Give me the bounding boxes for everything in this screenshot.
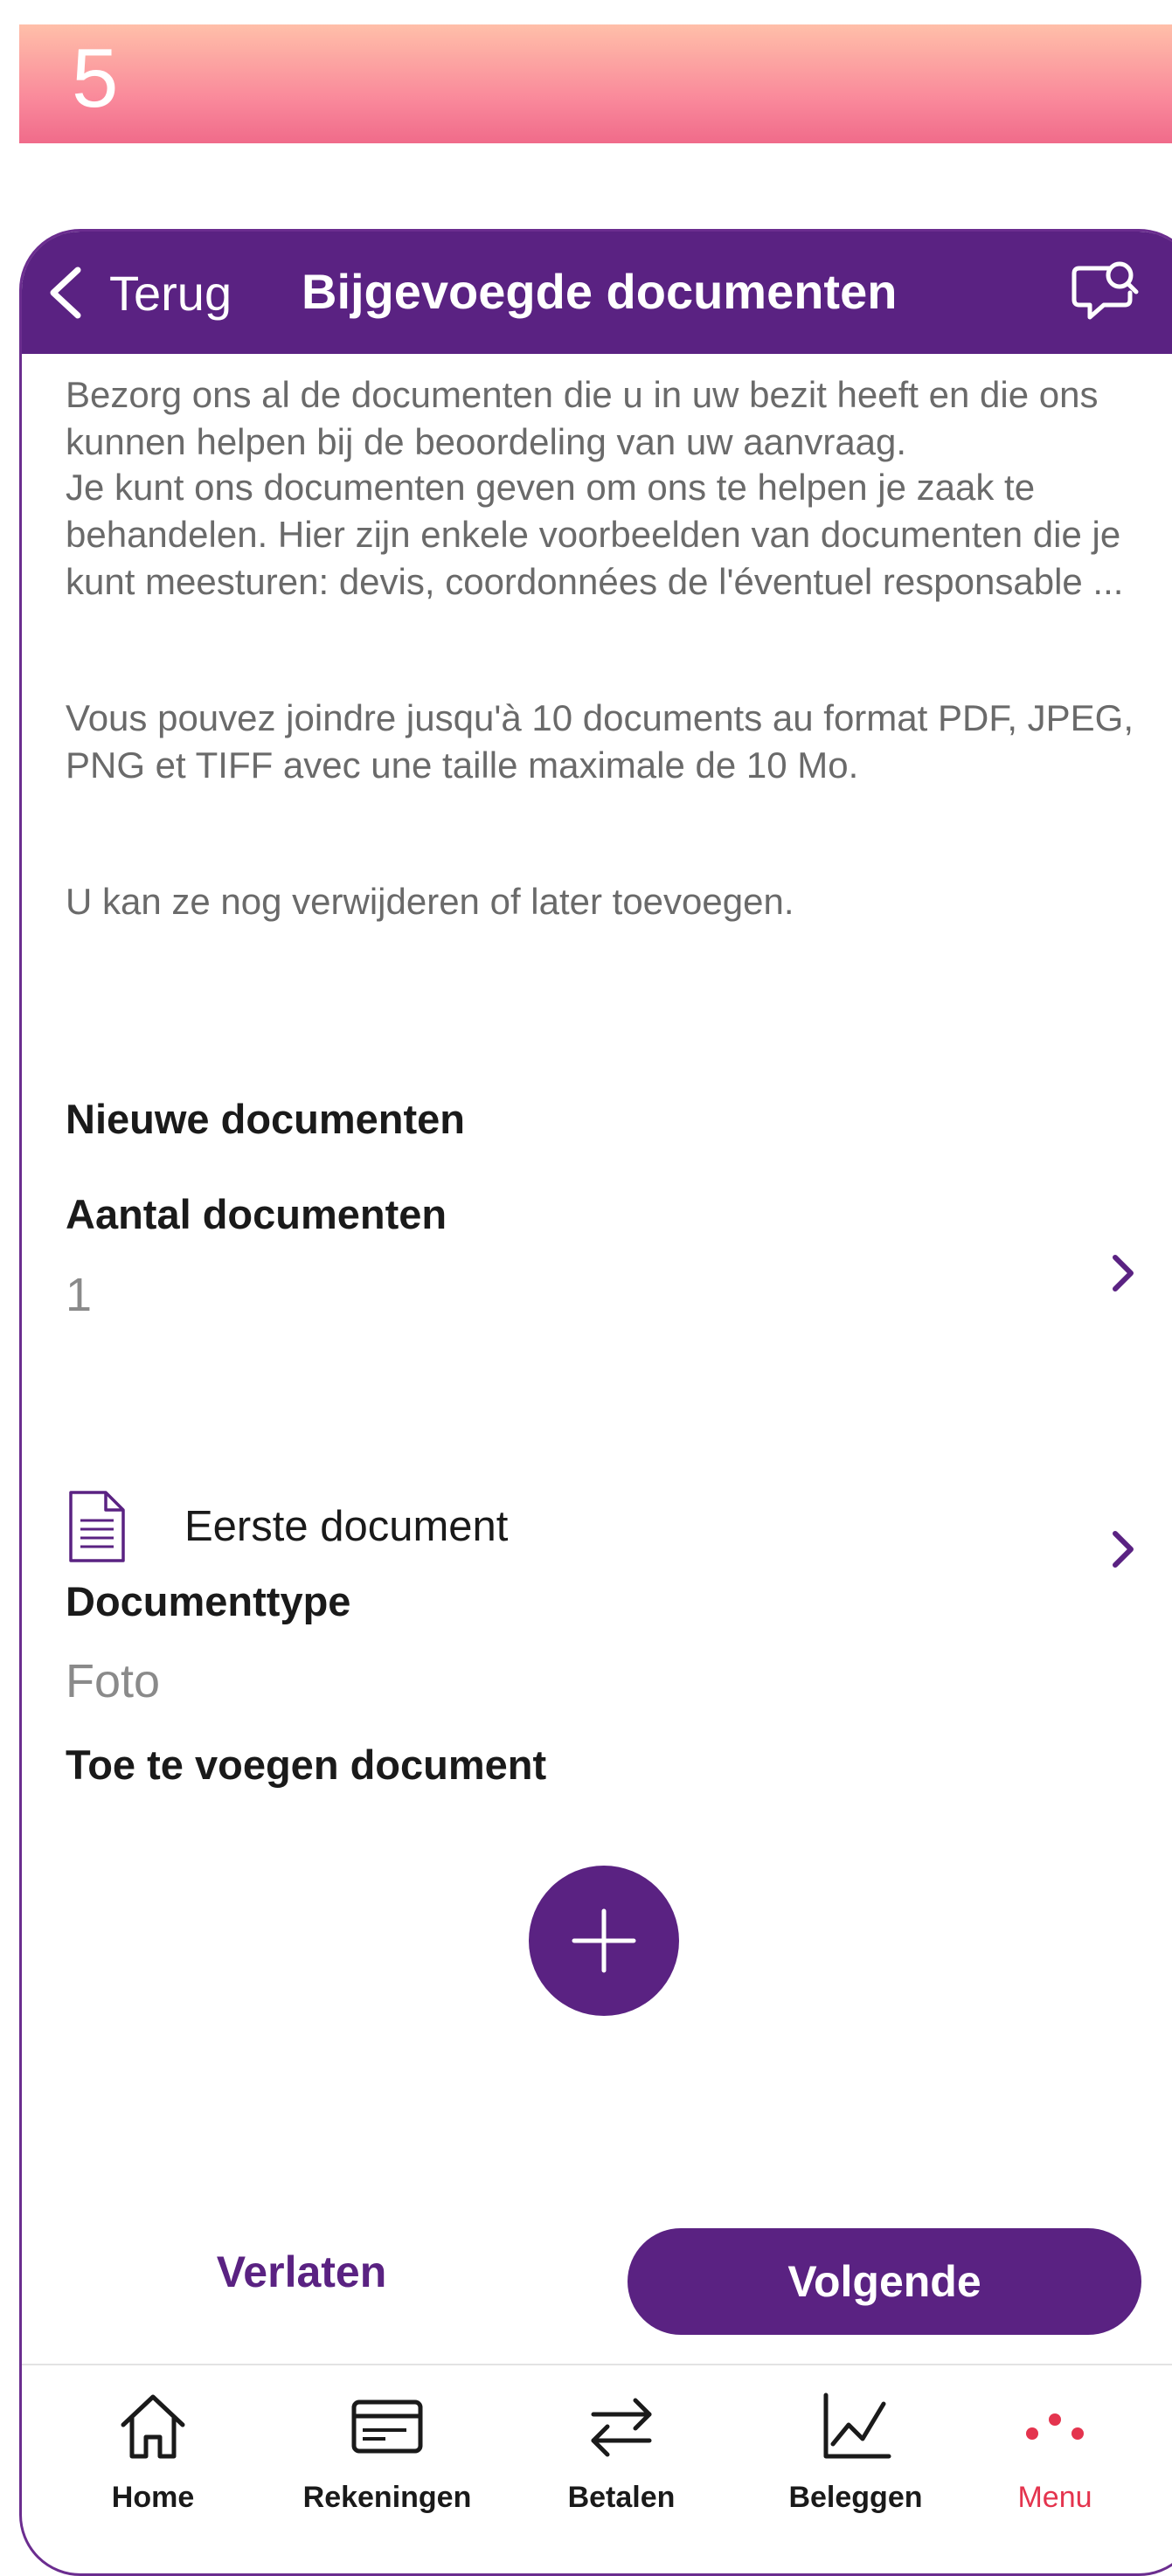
chevron-right-icon[interactable] xyxy=(1110,1530,1136,1568)
document-count-label: Aantal documenten xyxy=(66,1191,447,1237)
tab-label: Rekeningen xyxy=(302,2481,472,2514)
tab-label: Betalen xyxy=(567,2481,676,2514)
leave-button[interactable]: Verlaten xyxy=(179,2224,424,2320)
tabbar-divider xyxy=(22,2364,1172,2365)
chart-line-icon xyxy=(823,2392,891,2459)
back-label: Terug xyxy=(109,265,232,321)
chevron-right-icon[interactable] xyxy=(1110,1254,1136,1292)
transfer-arrows-icon xyxy=(591,2398,652,2457)
plus-icon xyxy=(572,1908,636,1973)
page-title: Bijgevoegde documenten xyxy=(302,264,898,319)
tab-accounts[interactable]: Rekeningen xyxy=(282,2390,492,2530)
document-count-value[interactable]: 1 xyxy=(66,1268,92,1322)
chat-search-icon[interactable] xyxy=(1071,256,1141,326)
document-icon xyxy=(69,1491,125,1562)
tab-home[interactable]: Home xyxy=(48,2390,258,2530)
tab-label: Home xyxy=(111,2481,195,2514)
dots-menu-icon xyxy=(1026,2413,1084,2440)
new-documents-heading: Nieuwe documenten xyxy=(66,1096,466,1142)
phone-frame: Terug Bijgevoegde documenten Bezorg ons … xyxy=(19,229,1172,2576)
step-banner: 5 xyxy=(19,24,1172,143)
document-type-label: Documenttype xyxy=(66,1578,351,1624)
tab-menu[interactable]: Menu xyxy=(950,2390,1160,2530)
intro-paragraph: Vous pouvez joindre jusqu'à 10 documents… xyxy=(66,697,1134,786)
add-document-button[interactable] xyxy=(529,1866,679,2016)
tab-label: Beleggen xyxy=(788,2481,923,2514)
intro-paragraph: Je kunt ons documenten geven om ons te h… xyxy=(66,467,1124,602)
tab-payments[interactable]: Betalen xyxy=(517,2390,726,2530)
tab-label: Menu xyxy=(1017,2481,1092,2514)
tab-investing[interactable]: Beleggen xyxy=(751,2390,960,2530)
step-number: 5 xyxy=(72,31,119,125)
document-name: Eerste document xyxy=(184,1503,509,1550)
home-icon xyxy=(121,2394,185,2459)
chevron-left-icon xyxy=(50,267,81,319)
document-type-value[interactable]: Foto xyxy=(66,1654,160,1708)
card-icon xyxy=(351,2399,423,2454)
intro-paragraph: U kan ze nog verwijderen of later toevoe… xyxy=(66,881,794,922)
attach-document-label: Toe te voegen document xyxy=(66,1742,547,1788)
document-item: Eerste document xyxy=(66,1487,508,1566)
navigation-bar: Terug Bijgevoegde documenten xyxy=(22,232,1172,354)
next-button[interactable]: Volgende xyxy=(628,2228,1141,2335)
back-button[interactable]: Terug xyxy=(46,260,232,326)
intro-paragraph: Bezorg ons al de documenten die u in uw … xyxy=(66,374,1099,462)
